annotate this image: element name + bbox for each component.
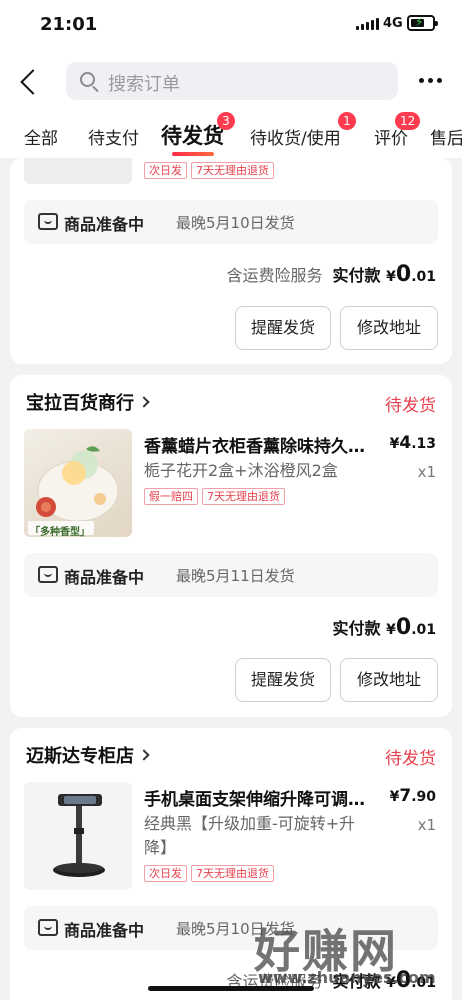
price-int: 4 bbox=[399, 433, 412, 453]
product-sku: 栀子花开2盒+沐浴橙风2盒 bbox=[144, 461, 338, 480]
home-indicator bbox=[148, 986, 314, 991]
status-time: 21:01 bbox=[40, 14, 98, 35]
shipping-status: 商品准备中 bbox=[64, 215, 145, 234]
shipping-eta: 最晚5月10日发货 bbox=[176, 214, 295, 232]
top-header: 21:01 4G ⚡ 搜索订单 全部 待支付 待发货 3 待收货/使用 1 评价… bbox=[0, 0, 462, 158]
price-dec: .13 bbox=[411, 436, 436, 452]
paid-amount: 含运费险服务 实付款 ¥0.01 bbox=[227, 262, 436, 287]
watermark-url: www.zhuanyes.com bbox=[258, 968, 436, 987]
product-thumbnail[interactable] bbox=[24, 782, 132, 890]
tag: 次日发 bbox=[144, 865, 187, 882]
product-thumbnail[interactable]: 「多种香型」 bbox=[24, 429, 132, 537]
product-name[interactable]: 香薰蜡片衣柜香薰除味持久… bbox=[144, 432, 379, 457]
shipping-eta: 最晚5月11日发货 bbox=[176, 567, 295, 585]
package-icon bbox=[38, 919, 58, 936]
order-card[interactable]: 次日发 7天无理由退货 商品准备中 最晚5月10日发货 含运费险服务 实付款 ¥0… bbox=[10, 158, 452, 364]
price-dec: .90 bbox=[411, 789, 436, 805]
product-price: ¥7.90 bbox=[390, 786, 436, 806]
insurance-label: 含运费险服务 bbox=[226, 266, 323, 285]
chevron-right-icon bbox=[138, 749, 150, 761]
phone-stand-image bbox=[53, 794, 105, 877]
product-name[interactable]: 手机桌面支架伸缩升降可调… bbox=[144, 785, 379, 810]
order-status: 待发货 bbox=[385, 749, 436, 769]
status-bar: 21:01 4G ⚡ bbox=[0, 0, 462, 50]
tab-pending-payment[interactable]: 待支付 bbox=[88, 124, 139, 149]
shop-name-label: 迈斯达专柜店 bbox=[26, 746, 134, 767]
change-address-button[interactable]: 修改地址 bbox=[340, 658, 438, 702]
order-tabs: 全部 待支付 待发货 3 待收货/使用 1 评价 12 售后 bbox=[0, 110, 462, 158]
paid-label: 实付款 bbox=[332, 619, 381, 638]
price-int: 7 bbox=[399, 786, 412, 806]
order-status: 待发货 bbox=[385, 396, 436, 416]
tab-pending-shipment[interactable]: 待发货 bbox=[161, 120, 224, 150]
tag: 7天无理由退货 bbox=[191, 162, 274, 179]
currency: ¥ bbox=[386, 622, 396, 638]
thumbnail-caption: 「多种香型」 bbox=[30, 527, 90, 537]
search-icon bbox=[80, 72, 95, 87]
tag: 次日发 bbox=[144, 162, 187, 179]
tab-badge-review: 12 bbox=[395, 112, 421, 130]
tab-after-sales[interactable]: 售后 bbox=[430, 124, 462, 149]
paid-amount: 实付款 ¥0.01 bbox=[333, 615, 436, 640]
tab-badge-pending-receipt: 1 bbox=[338, 112, 356, 130]
product-tags: 假一赔四 7天无理由退货 bbox=[144, 488, 285, 505]
paid-label: 实付款 bbox=[332, 266, 381, 285]
order-card[interactable]: 宝拉百货商行 待发货 「多种香型」 香薰蜡片衣柜香薰除味持久… ¥4.13 栀子… bbox=[10, 375, 452, 717]
remind-shipment-button[interactable]: 提醒发货 bbox=[235, 306, 331, 350]
aroma-wax-image bbox=[28, 446, 119, 535]
product-quantity: x1 bbox=[417, 816, 436, 834]
product-tags: 次日发 7天无理由退货 bbox=[144, 865, 274, 882]
package-icon bbox=[38, 213, 58, 230]
shop-name-label: 宝拉百货商行 bbox=[26, 393, 134, 414]
tag: 7天无理由退货 bbox=[202, 488, 285, 505]
signal-icon bbox=[356, 18, 379, 30]
amount-dec: .01 bbox=[411, 622, 436, 638]
shipping-status-bar: 商品准备中 最晚5月11日发货 bbox=[24, 553, 438, 597]
search-input[interactable]: 搜索订单 bbox=[66, 62, 398, 100]
product-sku: 经典黑【升级加重-可旋转+升降】 bbox=[144, 814, 356, 857]
amount-dec: .01 bbox=[411, 269, 436, 285]
tab-pending-receipt[interactable]: 待收货/使用 bbox=[250, 124, 341, 149]
product-price: ¥4.13 bbox=[390, 433, 436, 453]
active-tab-indicator bbox=[172, 152, 214, 156]
price-symbol: ¥ bbox=[389, 789, 400, 805]
change-address-button[interactable]: 修改地址 bbox=[340, 306, 438, 350]
shop-name[interactable]: 迈斯达专柜店 bbox=[26, 742, 150, 768]
nav-bar: 搜索订单 bbox=[0, 56, 462, 106]
currency: ¥ bbox=[386, 269, 396, 285]
amount-int: 0 bbox=[395, 262, 412, 287]
tag: 7天无理由退货 bbox=[191, 865, 274, 882]
shipping-status: 商品准备中 bbox=[64, 921, 145, 940]
back-icon[interactable] bbox=[16, 64, 46, 98]
product-tags: 次日发 7天无理由退货 bbox=[144, 162, 274, 179]
price-symbol: ¥ bbox=[389, 436, 400, 452]
package-icon bbox=[38, 566, 58, 583]
remind-shipment-button[interactable]: 提醒发货 bbox=[235, 658, 331, 702]
tab-all[interactable]: 全部 bbox=[24, 124, 58, 149]
product-quantity: x1 bbox=[417, 463, 436, 481]
product-thumbnail[interactable] bbox=[24, 158, 132, 184]
network-label: 4G bbox=[383, 16, 403, 31]
tag: 假一赔四 bbox=[144, 488, 198, 505]
more-options-icon[interactable] bbox=[419, 78, 442, 83]
amount-int: 0 bbox=[395, 615, 412, 640]
chevron-right-icon bbox=[138, 396, 150, 408]
search-placeholder: 搜索订单 bbox=[108, 74, 180, 95]
shipping-status-bar: 商品准备中 最晚5月10日发货 bbox=[24, 200, 438, 244]
tab-badge-pending-shipment: 3 bbox=[217, 112, 235, 130]
shipping-status: 商品准备中 bbox=[64, 568, 145, 587]
battery-icon: ⚡ bbox=[407, 15, 438, 31]
shop-name[interactable]: 宝拉百货商行 bbox=[26, 389, 150, 415]
